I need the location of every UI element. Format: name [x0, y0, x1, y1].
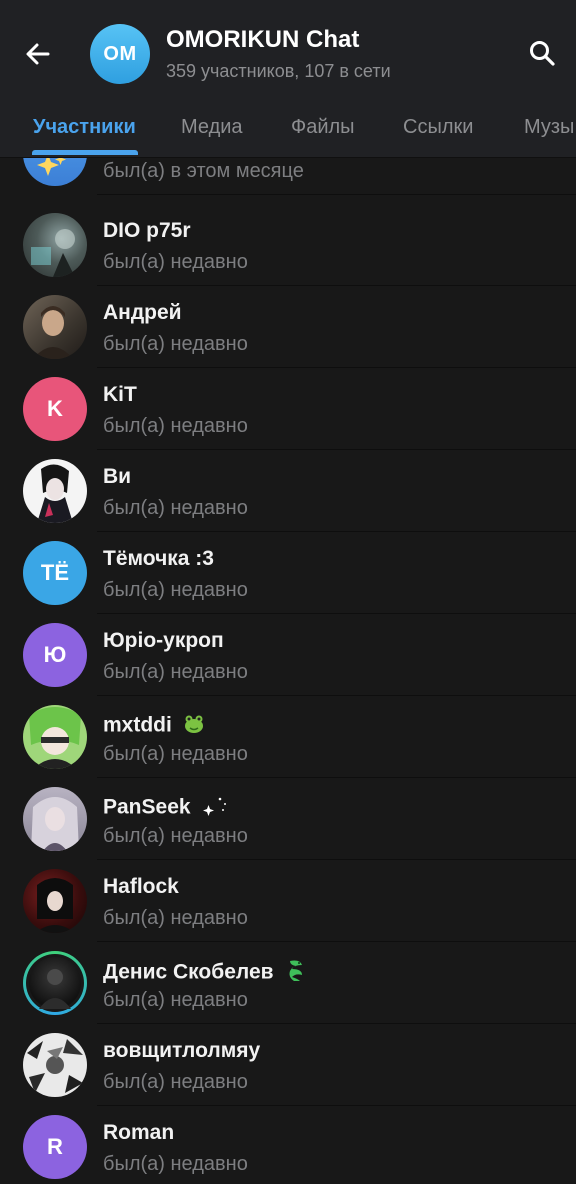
avatar-photo — [31, 229, 75, 277]
avatar-photo — [33, 306, 73, 359]
member-name: KiT — [103, 383, 137, 406]
member-status: был(а) недавно — [103, 1071, 248, 1093]
member-status: был(а) недавно — [103, 415, 248, 437]
member-name: Haflock — [103, 875, 179, 898]
member-name: Тёмочка :3 — [103, 547, 214, 570]
member-avatar — [23, 1033, 87, 1097]
chat-title[interactable]: OMORIKUN Chat — [166, 26, 359, 54]
member-avatar — [23, 705, 87, 769]
member-name: Денис Скобелев — [103, 957, 308, 989]
member-row[interactable]: Андрей был(а) недавно — [0, 286, 576, 368]
avatar-photo — [29, 707, 81, 769]
avatar-photo — [31, 797, 79, 851]
tab-links[interactable]: Ссылки — [403, 116, 473, 139]
members-list[interactable]: был(а) в этом месяце DIO p75r был(а) нед… — [0, 158, 576, 1184]
member-name: PanSeek — [103, 793, 229, 823]
member-row[interactable]: ТЁ Тёмочка :3 был(а) недавно — [0, 532, 576, 614]
story-ring[interactable] — [23, 951, 87, 1015]
member-name: Ви — [103, 465, 132, 488]
back-arrow-icon — [26, 43, 50, 65]
member-avatar: K — [23, 377, 87, 441]
row-divider — [97, 194, 576, 195]
chat-avatar[interactable]: OM — [90, 24, 150, 84]
member-avatar — [23, 213, 87, 277]
search-icon — [530, 41, 555, 66]
member-avatar — [23, 869, 87, 933]
chat-subtitle: 359 участников, 107 в сети — [166, 61, 391, 81]
avatar-photo — [35, 878, 75, 933]
dragon-icon — [284, 957, 308, 989]
member-avatar — [29, 957, 81, 1009]
member-name: Roman — [103, 1121, 175, 1144]
member-row[interactable]: PanSeek был(а) недавно — [0, 778, 576, 860]
member-status: был(а) недавно — [103, 251, 248, 273]
back-button[interactable] — [18, 34, 58, 74]
member-row[interactable]: K KiT был(а) недавно — [0, 368, 576, 450]
member-row[interactable]: DIO p75r был(а) недавно — [0, 204, 576, 286]
member-avatar — [23, 158, 87, 186]
member-status: был(а) недавно — [103, 1153, 248, 1175]
member-status: был(а) недавно — [103, 825, 248, 847]
member-avatar — [23, 787, 87, 851]
avatar-photo — [37, 464, 73, 523]
chat-header: OM OMORIKUN Chat 359 участников, 107 в с… — [0, 0, 576, 104]
sparkles-icon — [37, 158, 66, 176]
member-status: был(а) недавно — [103, 989, 248, 1011]
member-row[interactable]: Haflock был(а) недавно — [0, 860, 576, 942]
member-name: Юріо-укроп — [103, 629, 224, 652]
member-name-text: mxtddi — [103, 713, 172, 737]
member-status: был(а) недавно — [103, 497, 248, 519]
member-row[interactable]: Денис Скобелев был(а) недавно — [0, 942, 576, 1024]
member-status: был(а) недавно — [103, 333, 248, 355]
member-row[interactable]: был(а) в этом месяце — [0, 158, 576, 195]
member-avatar — [23, 295, 87, 359]
avatar-photo — [39, 969, 71, 1009]
member-row[interactable]: mxtddi был(а) недавно — [0, 696, 576, 778]
member-row[interactable]: вовщитлолмяу был(а) недавно — [0, 1024, 576, 1106]
member-row[interactable]: R Roman был(а) недавно — [0, 1106, 576, 1184]
member-status: был(а) недавно — [103, 579, 248, 601]
tab-music[interactable]: Музы — [524, 116, 574, 139]
member-name: DIO p75r — [103, 219, 191, 242]
member-status: был(а) недавно — [103, 907, 248, 929]
member-avatar: R — [23, 1115, 87, 1179]
member-name: Андрей — [103, 301, 182, 324]
member-avatar — [23, 459, 87, 523]
member-name-text: Денис Скобелев — [103, 960, 274, 984]
search-button[interactable] — [522, 33, 562, 73]
tab-files[interactable]: Файлы — [291, 116, 355, 139]
active-tab-indicator — [32, 150, 138, 155]
member-name-text: PanSeek — [103, 795, 191, 819]
member-row[interactable]: Ви был(а) недавно — [0, 450, 576, 532]
member-row[interactable]: Ю Юріо-укроп был(а) недавно — [0, 614, 576, 696]
sparkle-icon — [201, 793, 229, 823]
avatar-photo — [27, 1039, 83, 1093]
member-name: mxtddi — [103, 711, 206, 741]
tab-members[interactable]: Участники — [33, 116, 136, 139]
member-status: был(а) недавно — [103, 661, 248, 683]
frog-icon — [182, 711, 206, 741]
member-avatar: ТЁ — [23, 541, 87, 605]
member-name: вовщитлолмяу — [103, 1039, 261, 1062]
member-avatar: Ю — [23, 623, 87, 687]
member-status: был(а) недавно — [103, 743, 248, 765]
member-status: был(а) в этом месяце — [103, 160, 304, 182]
tab-media[interactable]: Медиа — [181, 116, 243, 139]
